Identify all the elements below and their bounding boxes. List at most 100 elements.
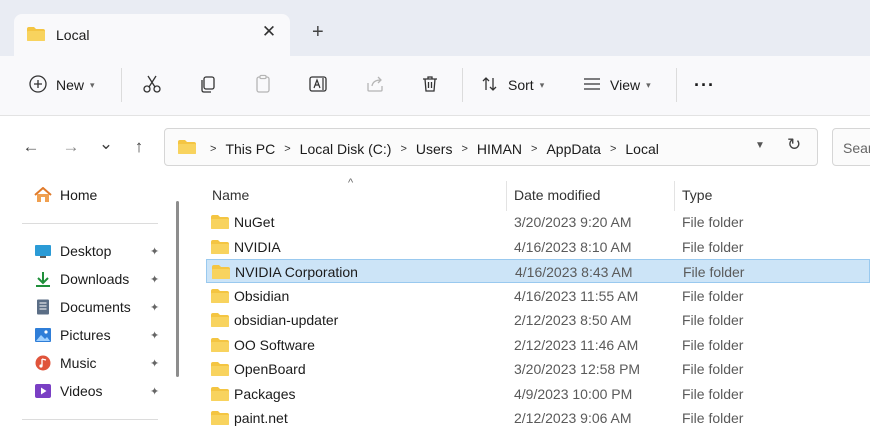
sidebar-item-label: Desktop — [60, 243, 112, 259]
rename-icon — [308, 74, 330, 97]
folder-icon — [210, 239, 230, 258]
music-icon — [34, 355, 52, 371]
table-row[interactable]: Obsidian 4/16/2023 11:55 AM File folder — [206, 284, 870, 308]
table-row[interactable]: Packages 4/9/2023 10:00 PM File folder — [206, 382, 870, 406]
pin-icon[interactable]: ✦ — [150, 273, 159, 286]
sort-icon — [480, 74, 500, 97]
breadcrumb-separator: > — [609, 142, 617, 155]
plus-circle-icon — [28, 74, 48, 97]
sidebar-item-desktop[interactable]: Desktop ✦ — [34, 239, 174, 263]
breadcrumb-separator: > — [210, 142, 217, 155]
search-input[interactable]: Sear — [832, 128, 870, 166]
file-type: File folder — [683, 264, 745, 280]
file-date-modified: 4/9/2023 10:00 PM — [514, 385, 633, 402]
sidebar-item-home[interactable]: Home — [34, 183, 174, 207]
column-header-name[interactable]: Name — [212, 187, 249, 203]
command-bar: New ▾ Sort ▾ View ▾ ··· — [0, 56, 870, 116]
sidebar-item-documents[interactable]: Documents ✦ — [34, 295, 174, 319]
pin-icon[interactable]: ✦ — [150, 245, 159, 258]
new-tab-button[interactable]: + — [312, 22, 324, 42]
pin-icon[interactable]: ✦ — [150, 329, 159, 342]
table-row[interactable]: OpenBoard 3/20/2023 12:58 PM File folder — [206, 357, 870, 381]
table-row[interactable]: paint.net 2/12/2023 9:06 AM File folder — [206, 406, 870, 426]
folder-icon — [210, 214, 230, 233]
sidebar-scrollbar[interactable] — [176, 201, 179, 377]
crumb-appdata[interactable]: AppData — [546, 141, 600, 157]
sidebar-divider — [22, 223, 158, 224]
column-divider[interactable] — [674, 181, 675, 211]
crumb-himan[interactable]: HIMAN — [477, 141, 522, 157]
table-row[interactable]: NVIDIA 4/16/2023 8:10 AM File folder — [206, 235, 870, 259]
folder-icon — [210, 288, 230, 307]
table-row[interactable]: NuGet 3/20/2023 9:20 AM File folder — [206, 210, 870, 234]
column-divider[interactable] — [506, 181, 507, 211]
chevron-down-icon: ▾ — [90, 79, 95, 90]
file-name: obsidian-updater — [234, 312, 339, 328]
table-row[interactable]: obsidian-updater 2/12/2023 8:50 AM File fo… — [206, 308, 870, 332]
file-type: File folder — [682, 361, 744, 377]
file-name: Packages — [234, 385, 296, 402]
paste-button[interactable] — [253, 70, 273, 100]
sort-ascending-icon: ^ — [348, 177, 354, 189]
folder-icon — [210, 312, 230, 331]
address-bar[interactable]: > This PC > Local Disk (C:) > Users > HI… — [164, 128, 818, 166]
copy-button[interactable] — [198, 70, 218, 100]
crumb-local[interactable]: Local — [625, 141, 658, 157]
file-name: Obsidian — [234, 287, 290, 304]
breadcrumb-separator: > — [400, 142, 407, 155]
view-icon — [582, 74, 602, 97]
view-label: View — [610, 77, 641, 93]
pin-icon[interactable]: ✦ — [150, 385, 159, 398]
delete-icon — [420, 74, 440, 97]
share-icon — [365, 74, 385, 97]
videos-icon — [34, 383, 52, 399]
breadcrumb-separator: > — [284, 142, 291, 155]
recent-locations-icon[interactable]: ⌄ — [95, 134, 117, 154]
folder-icon — [210, 361, 230, 380]
crumb-users[interactable]: Users — [416, 141, 453, 157]
sidebar-item-videos[interactable]: Videos ✦ — [34, 379, 174, 403]
up-icon[interactable]: ↑ — [128, 137, 150, 157]
table-row[interactable]: NVIDIA Corporation 4/16/2023 8:43 AM File … — [206, 259, 870, 283]
crumb-this-pc[interactable]: This PC — [225, 141, 275, 157]
file-name: NVIDIA — [234, 238, 281, 255]
column-header-date[interactable]: Date modified — [514, 187, 600, 203]
forward-icon[interactable]: → — [60, 137, 82, 157]
back-icon[interactable]: ← — [20, 137, 42, 157]
pin-icon[interactable]: ✦ — [150, 357, 159, 370]
toolbar-divider — [676, 68, 677, 102]
breadcrumb: > This PC > Local Disk (C:) > Users > HI… — [177, 139, 659, 158]
close-icon[interactable]: ✕ — [259, 22, 279, 42]
more-icon[interactable]: ··· — [694, 70, 715, 100]
rename-button[interactable] — [308, 70, 330, 100]
share-button[interactable] — [365, 70, 385, 100]
tab-local[interactable]: Local ✕ — [14, 14, 290, 56]
folder-icon — [26, 26, 46, 45]
file-date-modified: 4/16/2023 8:10 AM — [514, 238, 632, 255]
folder-icon — [210, 410, 230, 426]
sidebar-item-downloads[interactable]: Downloads ✦ — [34, 267, 174, 291]
breadcrumb-separator: > — [461, 142, 468, 155]
table-row[interactable]: OO Software 2/12/2023 11:46 AM File folder — [206, 333, 870, 357]
sidebar-item-music[interactable]: Music ✦ — [34, 351, 174, 375]
file-date-modified: 3/20/2023 12:58 PM — [514, 361, 641, 377]
file-type: File folder — [682, 312, 744, 328]
sort-button[interactable]: Sort ▾ — [480, 70, 544, 100]
sidebar-item-pictures[interactable]: Pictures ✦ — [34, 323, 174, 347]
chevron-down-icon[interactable]: ▼ — [755, 140, 765, 151]
refresh-icon[interactable]: ↻ — [787, 135, 801, 155]
cut-button[interactable] — [142, 70, 162, 100]
paste-icon — [253, 74, 273, 97]
file-name: OpenBoard — [234, 361, 306, 377]
pictures-icon — [34, 327, 52, 343]
pin-icon[interactable]: ✦ — [150, 301, 159, 314]
column-header-type[interactable]: Type — [682, 187, 712, 203]
folder-icon — [210, 386, 230, 405]
file-date-modified: 3/20/2023 9:20 AM — [514, 214, 632, 230]
sidebar-item-label: Documents — [60, 299, 131, 315]
delete-button[interactable] — [420, 70, 440, 100]
file-type: File folder — [682, 287, 744, 304]
new-button[interactable]: New ▾ — [28, 70, 95, 100]
view-button[interactable]: View ▾ — [582, 70, 651, 100]
crumb-local-disk[interactable]: Local Disk (C:) — [300, 141, 392, 157]
